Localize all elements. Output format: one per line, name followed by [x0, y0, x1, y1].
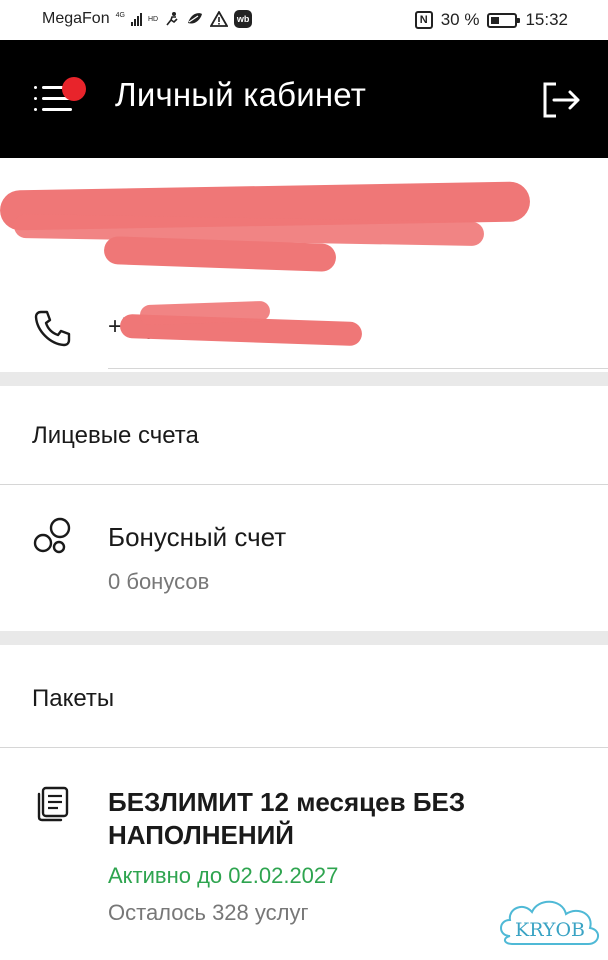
network-type: 4G — [115, 11, 125, 19]
clock: 15:32 — [525, 10, 568, 29]
signal-icon — [130, 12, 142, 26]
bonus-row[interactable] — [0, 485, 608, 631]
wb-icon: wb — [234, 10, 253, 28]
battery-icon — [487, 12, 521, 28]
nfc-icon: N — [414, 11, 433, 29]
warning-icon — [210, 11, 229, 27]
packages-label: Пакеты — [32, 685, 115, 712]
logout-button[interactable] — [540, 80, 584, 120]
document-icon — [37, 786, 69, 822]
watermark-logo: KRYOB — [500, 900, 599, 945]
profile-card: +7 (95 — [0, 158, 608, 372]
bonus-balance: 0 бонусов — [108, 569, 210, 594]
section-gap — [0, 372, 608, 386]
package-status: Активно до 02.02.2027 — [108, 863, 339, 888]
divider — [108, 368, 608, 369]
battery-percent: 30 % — [440, 10, 480, 29]
bubbles-icon — [33, 517, 71, 554]
app-bar: Личный кабинет — [0, 40, 608, 158]
hd-icon: HD — [147, 15, 159, 23]
carrier-name: MegaFon — [42, 10, 110, 27]
phone-icon — [34, 310, 71, 347]
section-gap — [0, 631, 608, 645]
bonus-title: Бонусный счет — [108, 522, 287, 552]
notification-badge — [62, 77, 86, 101]
leaf-icon — [188, 13, 203, 24]
running-icon — [166, 12, 178, 26]
watermark-text: KRYOB — [515, 919, 585, 941]
package-title: БЕЗЛИМИТ 12 месяцев БЕЗ НАПОЛНЕНИЙ — [108, 787, 466, 850]
status-bar: MegaFon 4G HD wb N 30 % 15:32 — [0, 0, 608, 40]
logout-icon — [543, 82, 580, 118]
package-remaining: Осталось 328 услуг — [108, 900, 309, 925]
accounts-row[interactable]: Лицевые счета — [0, 386, 608, 484]
page-title: Личный кабинет — [115, 76, 367, 113]
packages-header: Пакеты — [0, 645, 608, 747]
accounts-label: Лицевые счета — [32, 422, 199, 449]
